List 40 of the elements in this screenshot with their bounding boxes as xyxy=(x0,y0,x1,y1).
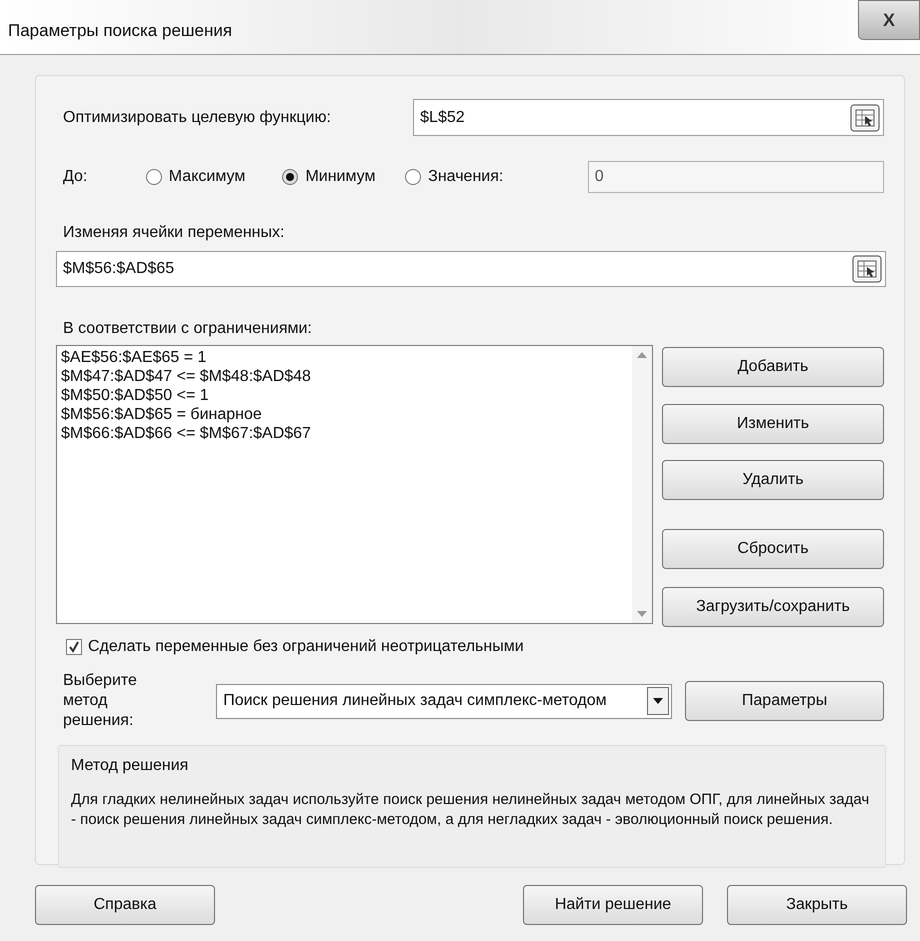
description-text: Для гладких нелинейных задач используйте поиск решения нелинейных задач методом ОПГ, для линейных задач - поиск решения линейных задач симплекс-методом, а для негладких задач - эволюционный поиск решения. xyxy=(71,790,870,830)
radio-button[interactable] xyxy=(405,169,422,185)
description-title: Метод решения xyxy=(71,756,190,776)
target-value-field[interactable]: 0 xyxy=(588,161,884,193)
scroll-down-icon[interactable] xyxy=(636,611,647,617)
objective-label: Оптимизировать целевую функцию: xyxy=(63,108,332,128)
constraint-action-button[interactable]: Изменить xyxy=(662,404,884,444)
objective-field[interactable]: $L$52 xyxy=(413,99,884,136)
nonnegative-checkbox[interactable]: Сделать переменные без ограничений неотрицательными xyxy=(66,635,884,659)
method-label: Выберите метод решения: xyxy=(63,671,138,731)
radio-option[interactable]: Максимум xyxy=(146,165,282,189)
radio-option[interactable]: Минимум xyxy=(282,165,406,189)
constraint-item[interactable]: $M$66:$AD$66 <= $M$67:$AD$67 xyxy=(61,424,632,443)
constraint-action-button[interactable]: Загрузить/сохранить xyxy=(662,587,884,627)
constraints-list[interactable]: $AE$56:$AE$65 = 1 $M$47:$AD$47 <= $M$48:$AD$48 $M$50:$AD$50 <= 1 $M$56:$AD$65 = бинарное $M$66:$AD$66 <= $M$67:$AD$67 xyxy=(56,345,653,624)
constraints-label: В соответствии с ограничениями: xyxy=(63,319,313,339)
solve-button[interactable]: Найти решение xyxy=(523,885,703,925)
method-dropdown[interactable]: Поиск решения линейных задач симплекс-методом xyxy=(216,684,672,718)
range-select-icon[interactable] xyxy=(852,255,882,283)
variables-label: Изменяя ячейки переменных: xyxy=(63,223,286,243)
constraint-item[interactable]: $M$56:$AD$65 = бинарное xyxy=(61,405,632,424)
options-button[interactable]: Параметры xyxy=(685,681,884,721)
close-button[interactable]: X xyxy=(858,0,920,40)
checkbox[interactable] xyxy=(66,639,82,655)
target-label: До: xyxy=(63,167,88,187)
constraint-item[interactable]: $AE$56:$AE$65 = 1 xyxy=(61,348,632,367)
window-title: Параметры поиска решения xyxy=(8,20,232,42)
range-select-icon[interactable] xyxy=(850,104,880,132)
close-dialog-button[interactable]: Закрыть xyxy=(727,885,907,925)
help-button[interactable]: Справка xyxy=(35,885,215,925)
variables-field[interactable]: $M$56:$AD$65 xyxy=(56,251,886,287)
constraint-action-button[interactable]: Сбросить xyxy=(662,529,884,569)
constraint-action-button[interactable]: Добавить xyxy=(662,347,884,387)
radio-button[interactable] xyxy=(282,169,298,185)
constraint-item[interactable]: $M$50:$AD$50 <= 1 xyxy=(61,386,632,405)
constraint-item[interactable]: $M$47:$AD$47 <= $M$48:$AD$48 xyxy=(61,367,632,386)
radio-button[interactable] xyxy=(146,169,162,185)
scroll-up-icon[interactable] xyxy=(636,352,647,358)
constraint-action-button[interactable]: Удалить xyxy=(662,460,884,500)
radio-option[interactable]: Значения: xyxy=(405,165,588,189)
